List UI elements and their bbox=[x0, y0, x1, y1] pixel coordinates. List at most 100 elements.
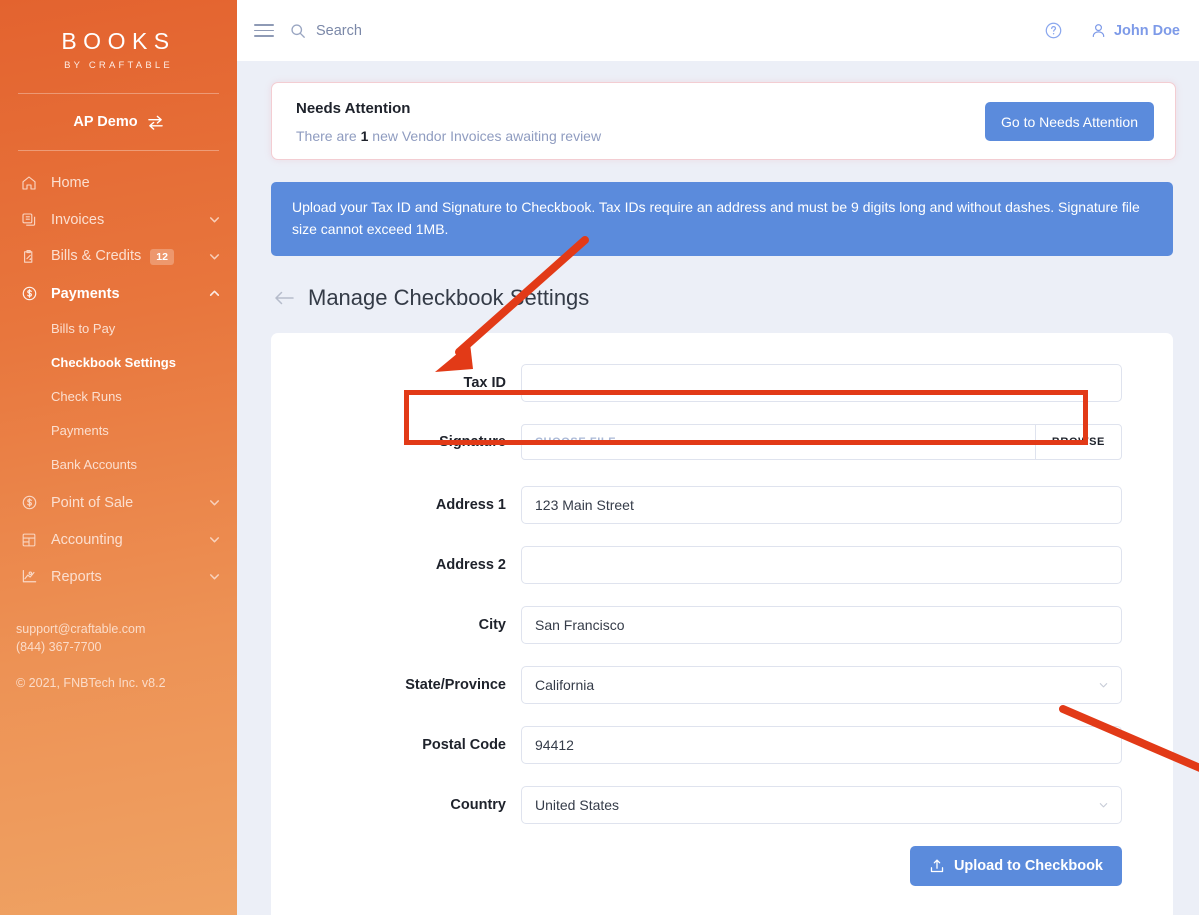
state-province-select[interactable]: California bbox=[521, 666, 1122, 705]
chevron-down-icon bbox=[209, 537, 220, 543]
main-area: Search John Doe Needs Attention There ar… bbox=[237, 0, 1199, 915]
upload-to-checkbook-button[interactable]: Upload to Checkbook bbox=[909, 846, 1122, 887]
message-prefix: There are bbox=[296, 128, 361, 144]
field-control: United States bbox=[521, 786, 1122, 825]
brand-title: BOOKS bbox=[61, 28, 176, 54]
message-suffix: new Vendor Invoices awaiting review bbox=[368, 128, 602, 144]
brand-subtitle: BY CRAFTABLE bbox=[64, 60, 173, 71]
form-row-country: Country United States bbox=[271, 786, 1122, 825]
page-header: Manage Checkbook Settings bbox=[273, 281, 1176, 315]
field-control: CHOOSE FILE BROWSE bbox=[521, 424, 1122, 461]
sidebar-item-label: Home bbox=[51, 174, 90, 191]
country-select[interactable]: United States bbox=[521, 786, 1122, 825]
search-input[interactable]: Search bbox=[290, 23, 362, 39]
sidebar-item-invoices[interactable]: Invoices bbox=[0, 201, 237, 238]
sidebar-subitem-payments[interactable]: Payments bbox=[0, 414, 237, 448]
chart-icon bbox=[18, 568, 40, 585]
tax-id-input[interactable] bbox=[521, 364, 1122, 403]
sidebar-item-payments[interactable]: Payments bbox=[0, 275, 237, 312]
swap-arrows-icon bbox=[147, 115, 164, 130]
status-badge: 12 bbox=[150, 248, 174, 266]
sidebar-subitem-bills-to-pay[interactable]: Bills to Pay bbox=[0, 312, 237, 346]
topbar: Search John Doe bbox=[237, 0, 1199, 61]
sidebar-nav: Home Invoices Bills & Credits 12 Payment… bbox=[0, 151, 237, 595]
sidebar-item-bills-credits[interactable]: Bills & Credits 12 bbox=[0, 238, 237, 275]
sidebar-item-point-of-sale[interactable]: Point of Sale bbox=[0, 484, 237, 521]
field-label: Signature bbox=[439, 434, 506, 451]
field-label: Postal Code bbox=[422, 737, 506, 754]
form-row-address-1: Address 1 bbox=[271, 486, 1122, 525]
selected-value: California bbox=[535, 677, 595, 694]
support-email[interactable]: support@craftable.com bbox=[16, 620, 145, 638]
address-2-input[interactable] bbox=[521, 546, 1122, 585]
form-row-postal-code: Postal Code bbox=[271, 726, 1122, 765]
file-name-placeholder: CHOOSE FILE bbox=[535, 436, 617, 449]
form-actions: Upload to Checkbook bbox=[271, 846, 1122, 887]
chevron-down-icon bbox=[1099, 803, 1108, 808]
chevron-up-icon bbox=[209, 290, 220, 296]
search-placeholder: Search bbox=[316, 22, 362, 39]
support-phone: (844) 367-7700 bbox=[16, 640, 102, 655]
form-row-tax-id: Tax ID bbox=[271, 364, 1122, 403]
browse-button[interactable]: BROWSE bbox=[1034, 425, 1121, 460]
chevron-down-icon bbox=[209, 574, 220, 580]
field-control bbox=[521, 606, 1122, 645]
field-control bbox=[521, 486, 1122, 525]
clipboard-icon bbox=[18, 249, 40, 265]
back-arrow-icon[interactable] bbox=[273, 290, 295, 306]
brand-logo: BOOKS BY CRAFTABLE bbox=[0, 0, 237, 93]
field-label: Address 2 bbox=[435, 557, 506, 574]
chevron-down-icon bbox=[209, 500, 220, 506]
field-label: Tax ID bbox=[463, 375, 506, 392]
field-control bbox=[521, 364, 1122, 403]
form-row-address-2: Address 2 bbox=[271, 546, 1122, 585]
upload-button-label: Upload to Checkbook bbox=[953, 858, 1103, 875]
field-label: Country bbox=[450, 797, 506, 814]
field-label: State/Province bbox=[405, 677, 506, 694]
grid-icon bbox=[18, 532, 40, 548]
signature-file-input[interactable]: CHOOSE FILE BROWSE bbox=[521, 424, 1122, 461]
sidebar-subitem-check-runs[interactable]: Check Runs bbox=[0, 380, 237, 414]
sidebar-item-label: Reports bbox=[51, 568, 102, 585]
sidebar-item-label: Invoices bbox=[51, 211, 105, 228]
needs-attention-card: Needs Attention There are 1 new Vendor I… bbox=[271, 82, 1176, 160]
form-row-state-province: State/Province California bbox=[271, 666, 1122, 705]
field-control: California bbox=[521, 666, 1122, 705]
person-icon bbox=[1092, 24, 1105, 38]
field-control bbox=[521, 726, 1122, 765]
city-input[interactable] bbox=[521, 606, 1122, 645]
sidebar: BOOKS BY CRAFTABLE AP Demo Home Invoices… bbox=[0, 0, 237, 915]
postal-code-input[interactable] bbox=[521, 726, 1122, 765]
sidebar-item-label: Payments bbox=[51, 285, 120, 302]
sidebar-item-accounting[interactable]: Accounting bbox=[0, 521, 237, 558]
sidebar-subitem-bank-accounts[interactable]: Bank Accounts bbox=[0, 448, 237, 482]
hamburger-icon[interactable] bbox=[254, 20, 274, 41]
content-area: Needs Attention There are 1 new Vendor I… bbox=[237, 61, 1199, 915]
home-icon bbox=[18, 175, 40, 191]
org-switcher[interactable]: AP Demo bbox=[0, 94, 237, 150]
address-1-input[interactable] bbox=[521, 486, 1122, 525]
sidebar-item-reports[interactable]: Reports bbox=[0, 558, 237, 595]
chevron-down-icon bbox=[1099, 683, 1108, 688]
form-row-city: City bbox=[271, 606, 1122, 645]
user-menu[interactable]: John Doe bbox=[1090, 22, 1180, 39]
sidebar-copyright: © 2021, FNBTech Inc. v8.2 bbox=[16, 676, 166, 690]
sidebar-item-label: Bills & Credits 12 bbox=[51, 247, 208, 266]
search-icon bbox=[291, 23, 305, 38]
checkbook-settings-form: Tax ID Signature CHOOSE FILE BROWSE Addr… bbox=[271, 333, 1173, 915]
chevron-down-icon bbox=[209, 254, 220, 260]
user-name: John Doe bbox=[1113, 22, 1180, 39]
go-to-needs-attention-button[interactable]: Go to Needs Attention bbox=[985, 102, 1154, 141]
invoices-icon bbox=[18, 212, 40, 228]
sidebar-subitem-checkbook-settings[interactable]: Checkbook Settings bbox=[0, 346, 237, 380]
field-label: City bbox=[478, 617, 506, 634]
info-banner: Upload your Tax ID and Signature to Chec… bbox=[271, 182, 1173, 257]
sidebar-item-home[interactable]: Home bbox=[0, 164, 237, 201]
question-circle-icon[interactable] bbox=[1044, 21, 1063, 40]
form-row-signature: Signature CHOOSE FILE BROWSE bbox=[271, 424, 1122, 461]
selected-value: United States bbox=[535, 797, 620, 814]
chevron-down-icon bbox=[209, 217, 220, 223]
sidebar-support-info: support@craftable.com (844) 367-7700 bbox=[16, 620, 145, 656]
field-label: Address 1 bbox=[435, 497, 506, 514]
sidebar-item-text: Bills & Credits bbox=[51, 247, 142, 264]
